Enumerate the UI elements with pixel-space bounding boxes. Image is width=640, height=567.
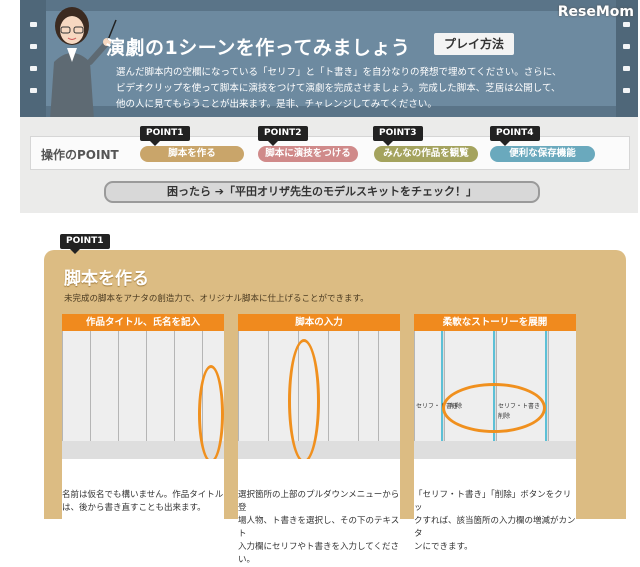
- point3-tag: POINT3: [373, 126, 423, 146]
- point1-link[interactable]: 脚本を作る: [140, 146, 244, 162]
- page-title: 演劇の1シーンを作ってみましょう: [106, 37, 411, 59]
- point1-tag: POINT1: [140, 126, 190, 146]
- teacher-illustration: [50, 7, 117, 120]
- point2-tag: POINT2: [258, 126, 308, 146]
- film-hole: [623, 22, 630, 27]
- point4-link[interactable]: 便利な保存機能: [490, 146, 595, 162]
- intro-text-line-2: ビデオクリップを使って脚本に演技をつけて演劇を完成させましょう。完成した脚本、芝…: [116, 83, 561, 94]
- film-hole: [623, 88, 630, 93]
- play-instructions-button[interactable]: プレイ方法: [434, 33, 514, 55]
- resemom-logo: ReseMom: [557, 4, 634, 20]
- intro-text-line-1: 選んだ脚本内の空欄になっている「セリフ」と「ト書き」を自分なりの発想で埋めてくだ…: [116, 67, 562, 78]
- card-title: 作品タイトル、氏名を記入: [62, 314, 224, 331]
- card-title-name: 作品タイトル、氏名を記入 名前は仮名でも構いません。作品タイトル は、後から書き…: [62, 314, 224, 519]
- screenshot-title-entry: [62, 331, 224, 459]
- intro-text-line-3: 他の人に見てもらうことが出来ます。是非、チャレンジしてみてください。: [116, 99, 437, 110]
- point2-link[interactable]: 脚本に演技をつける: [258, 146, 358, 162]
- card-text-line: 選択箇所の上部のプルダウンメニューから登: [238, 490, 400, 513]
- help-model-skit-link[interactable]: 困ったら ➔「平田オリザ先生のモデルスキットをチェック！」: [104, 181, 540, 203]
- card-text-line: は、後から書き直すことも出来ます。: [62, 503, 206, 513]
- card-script-input: 脚本の入力 選択箇所の上部のプルダウンメニューから登 場人物、ト書きを選択し、そ…: [238, 314, 400, 565]
- card-flexible-story: 柔軟なストーリーを展開 セリフ・ト書き 削除 セリフ・ト書き 削除 「セリフ・ト…: [414, 314, 576, 552]
- highlight-ring: [198, 365, 224, 459]
- point1-description: 未完成の脚本をアナタの創造力で、オリジナル脚本に仕上げることができます。: [64, 294, 369, 304]
- film-hole: [623, 66, 630, 71]
- screenshot-script-input: [238, 331, 400, 459]
- card-text-line: 入力欄にセリフやト書きを入力してください。: [238, 542, 399, 565]
- card-text-line: 名前は仮名でも構いません。作品タイトル: [62, 490, 224, 500]
- film-hole: [30, 88, 37, 93]
- point1-section-tag: POINT1: [60, 234, 110, 254]
- card-text-line: ンにできます。: [414, 542, 473, 552]
- highlight-ring: [288, 339, 320, 459]
- film-hole: [623, 44, 630, 49]
- point3-link[interactable]: みんなの作品を観覧: [374, 146, 478, 162]
- film-hole: [30, 66, 37, 71]
- point1-heading: 脚本を作る: [64, 269, 149, 289]
- film-hole: [30, 22, 37, 27]
- points-label: 操作のPOINT: [41, 148, 119, 162]
- card-text-line: 「セリフ・ト書き」「削除」ボタンをクリッ: [414, 490, 572, 513]
- film-hole: [30, 44, 37, 49]
- card-title: 脚本の入力: [238, 314, 400, 331]
- point4-tag: POINT4: [490, 126, 540, 146]
- screenshot-flexible-story: セリフ・ト書き 削除 セリフ・ト書き 削除: [414, 331, 576, 459]
- highlight-ring: [442, 383, 546, 433]
- card-title: 柔軟なストーリーを展開: [414, 314, 576, 331]
